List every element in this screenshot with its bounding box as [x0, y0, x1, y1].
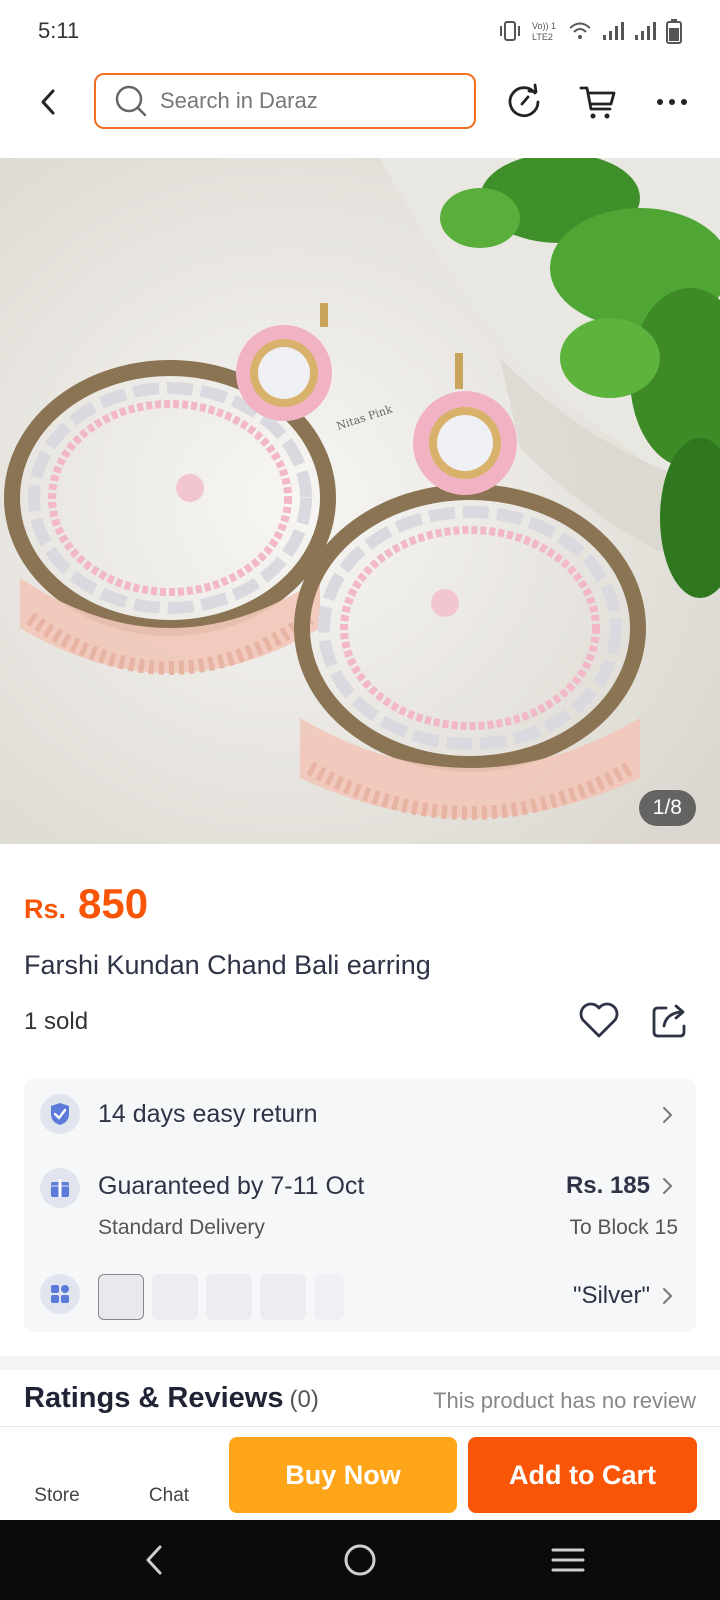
- signal-icon: [635, 22, 656, 40]
- reviews-count: (0): [289, 1386, 319, 1413]
- more-icon: [657, 99, 687, 105]
- sold-count: 1 sold: [24, 1008, 89, 1035]
- price: Rs. 850: [24, 880, 148, 928]
- price-value: 850: [78, 880, 149, 927]
- section-divider: [0, 1356, 720, 1370]
- battery-icon: [666, 19, 682, 44]
- bottom-action-bar: Store Chat Buy Now Add to Cart: [0, 1426, 720, 1520]
- share-button[interactable]: [650, 1000, 694, 1044]
- status-time: 5:11: [38, 18, 80, 43]
- top-header: Search in Daraz: [0, 62, 720, 142]
- nav-recents-button[interactable]: [538, 1536, 598, 1584]
- chevron-right-icon: [663, 1288, 673, 1304]
- nav-home-icon: [344, 1544, 376, 1576]
- delivery-row[interactable]: Guaranteed by 7-11 Oct Standard Delivery…: [24, 1148, 696, 1256]
- store-button[interactable]: Store: [22, 1427, 92, 1521]
- heart-icon: [579, 1002, 619, 1038]
- delivery-guarantee: Guaranteed by 7-11 Oct: [98, 1172, 365, 1200]
- status-bar: 5:11 Vo)) 1 LTE2: [0, 0, 720, 62]
- share-icon: [652, 1004, 686, 1038]
- volte-label-top: Vo)) 1: [532, 21, 556, 31]
- volte-label-bottom: LTE2: [532, 32, 553, 42]
- chat-label: Chat: [148, 1485, 190, 1506]
- system-navigation-bar: [0, 1520, 720, 1600]
- variant-thumbnail[interactable]: [98, 1274, 144, 1320]
- history-icon: [508, 83, 540, 118]
- product-title: Farshi Kundan Chand Bali earring: [24, 950, 431, 980]
- reviews-title: Ratings & Reviews (0): [24, 1382, 319, 1415]
- return-policy-row[interactable]: 14 days easy return: [24, 1078, 696, 1148]
- selected-variant: "Silver": [572, 1282, 650, 1309]
- price-currency: Rs.: [24, 894, 67, 924]
- image-counter: 1/8: [638, 790, 696, 826]
- more-options-button[interactable]: [650, 80, 694, 124]
- delivery-fee: Rs. 185: [565, 1172, 650, 1199]
- cart-icon: [579, 86, 616, 119]
- wishlist-button[interactable]: [578, 1000, 622, 1044]
- delivery-type: Standard Delivery: [98, 1216, 265, 1239]
- product-image-gallery[interactable]: Nitas Pink 1/8: [0, 158, 720, 844]
- add-to-cart-button[interactable]: Add to Cart: [468, 1437, 697, 1513]
- signal-icon: [603, 22, 624, 40]
- return-policy-label: 14 days easy return: [98, 1100, 318, 1128]
- variant-thumbnail[interactable]: [206, 1274, 252, 1320]
- search-icon: [115, 85, 147, 117]
- back-button[interactable]: [30, 82, 66, 122]
- buy-now-button[interactable]: Buy Now: [229, 1437, 457, 1513]
- product-photo: Nitas Pink: [0, 158, 720, 844]
- chevron-right-icon: [663, 1178, 673, 1194]
- search-placeholder: Search in Daraz: [160, 88, 318, 113]
- store-label: Store: [34, 1485, 80, 1506]
- shield-check-icon: [40, 1094, 80, 1134]
- chat-button[interactable]: Chat: [134, 1427, 204, 1521]
- service-info-card: 14 days easy return Guaranteed by 7-11 O…: [24, 1078, 696, 1332]
- nav-back-button[interactable]: [124, 1536, 184, 1584]
- variant-thumbnail[interactable]: [152, 1274, 198, 1320]
- search-input[interactable]: Search in Daraz: [94, 73, 476, 129]
- reviews-header[interactable]: Ratings & Reviews (0) This product has no…: [0, 1370, 720, 1426]
- variant-thumbnail[interactable]: [314, 1274, 344, 1320]
- delivery-destination: To Block 15: [569, 1216, 678, 1239]
- volte-icon: Vo)) 1 LTE2: [532, 21, 556, 42]
- variant-thumbnails: [98, 1274, 344, 1320]
- wifi-icon: [569, 22, 591, 39]
- nav-back-icon: [146, 1545, 162, 1575]
- delivery-box-icon: [40, 1168, 80, 1208]
- reviews-title-text: Ratings & Reviews: [24, 1382, 284, 1414]
- chevron-right-icon: [663, 1107, 673, 1123]
- history-button[interactable]: [502, 80, 546, 124]
- reviews-empty-note: This product has no review: [433, 1388, 696, 1413]
- grid-icon: [40, 1274, 80, 1314]
- variant-thumbnail[interactable]: [260, 1274, 306, 1320]
- nav-menu-icon: [551, 1548, 585, 1572]
- status-icons: Vo)) 1 LTE2: [498, 18, 682, 44]
- cart-button[interactable]: [576, 80, 620, 124]
- back-arrow-icon: [41, 89, 55, 115]
- nav-home-button[interactable]: [330, 1536, 390, 1584]
- vibrate-icon: [500, 21, 520, 41]
